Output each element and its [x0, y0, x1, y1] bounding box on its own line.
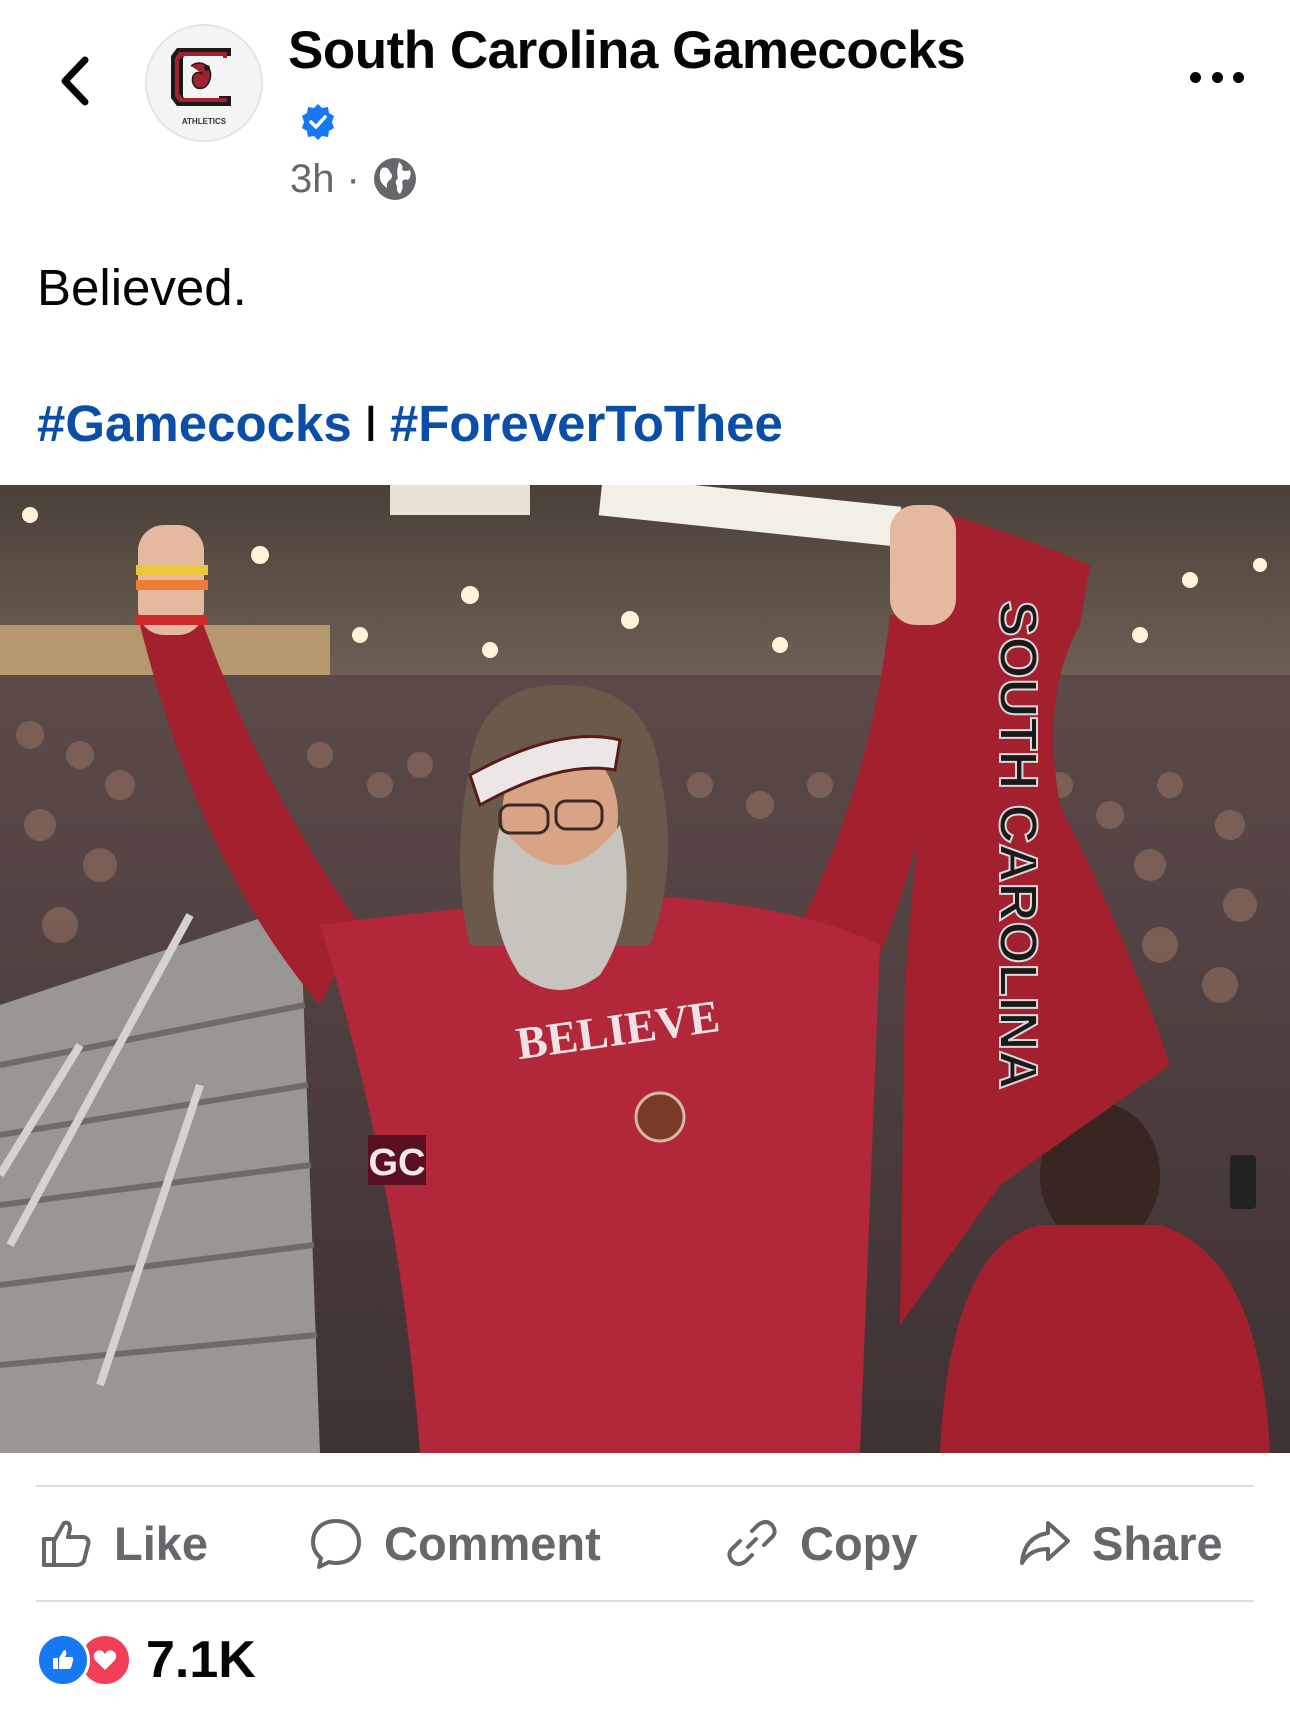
hashtag-link[interactable]: #Gamecocks	[37, 395, 352, 452]
ceiling-light	[390, 485, 530, 515]
link-icon	[727, 1520, 777, 1566]
page-name[interactable]: South Carolina Gamecocks	[288, 16, 988, 156]
comment-button[interactable]: Comment	[308, 1488, 601, 1598]
share-button[interactable]: Share	[1016, 1488, 1223, 1598]
like-reaction-icon	[36, 1633, 90, 1687]
towel-text: SOUTH CAROLINA	[988, 601, 1048, 1090]
share-arrow-icon	[1020, 1521, 1070, 1565]
post-caption: Believed.	[37, 259, 247, 316]
verified-badge-icon	[302, 104, 334, 140]
share-label: Share	[1092, 1516, 1223, 1570]
gamecocks-logo: ATHLETICS	[147, 26, 261, 140]
copy-button[interactable]: Copy	[724, 1488, 918, 1598]
photo-illustration: SOUTH CAROLINA BELIEVE GC	[0, 485, 1290, 1453]
page-name-text: South Carolina Gamecocks	[288, 21, 966, 80]
heart-icon	[93, 1650, 117, 1670]
like-button[interactable]: Like	[38, 1488, 208, 1598]
more-options-button[interactable]	[1190, 62, 1244, 92]
page-avatar[interactable]: ATHLETICS	[145, 24, 263, 142]
more-dot	[1190, 71, 1201, 83]
post-photo[interactable]: SOUTH CAROLINA BELIEVE GC	[0, 485, 1290, 1453]
hashtag-row: #Gamecocks I #ForeverToThee	[37, 394, 783, 454]
chevron-left-icon	[61, 56, 89, 106]
back-button[interactable]	[48, 52, 100, 110]
more-dot	[1211, 71, 1223, 83]
post-header: ATHLETICS South Carolina Gamecocks 3h ·	[0, 0, 1290, 215]
meta-separator: ·	[346, 156, 360, 201]
reaction-count: 7.1K	[146, 1631, 256, 1689]
post-time[interactable]: 3h	[290, 157, 335, 202]
hashtag-separator: I	[363, 395, 378, 452]
like-label: Like	[114, 1516, 209, 1570]
thumbs-up-icon	[42, 1520, 91, 1567]
globe-icon	[373, 158, 416, 200]
divider	[36, 1600, 1254, 1602]
divider	[36, 1485, 1254, 1487]
copy-label: Copy	[800, 1516, 918, 1570]
post-meta: 3h ·	[290, 156, 418, 202]
more-dot	[1233, 71, 1244, 83]
avatar-label: ATHLETICS	[182, 117, 227, 126]
comment-label: Comment	[384, 1516, 601, 1570]
comment-bubble-icon	[311, 1519, 361, 1569]
reaction-summary[interactable]: 7.1K	[36, 1628, 256, 1692]
gc-watermark: GC	[368, 1135, 426, 1185]
hashtag-link[interactable]: #ForeverToThee	[390, 395, 783, 452]
action-bar: Like Comment Copy Share	[36, 1488, 1254, 1598]
watermark-text: GC	[369, 1142, 426, 1184]
thumbs-up-icon	[53, 1650, 74, 1669]
